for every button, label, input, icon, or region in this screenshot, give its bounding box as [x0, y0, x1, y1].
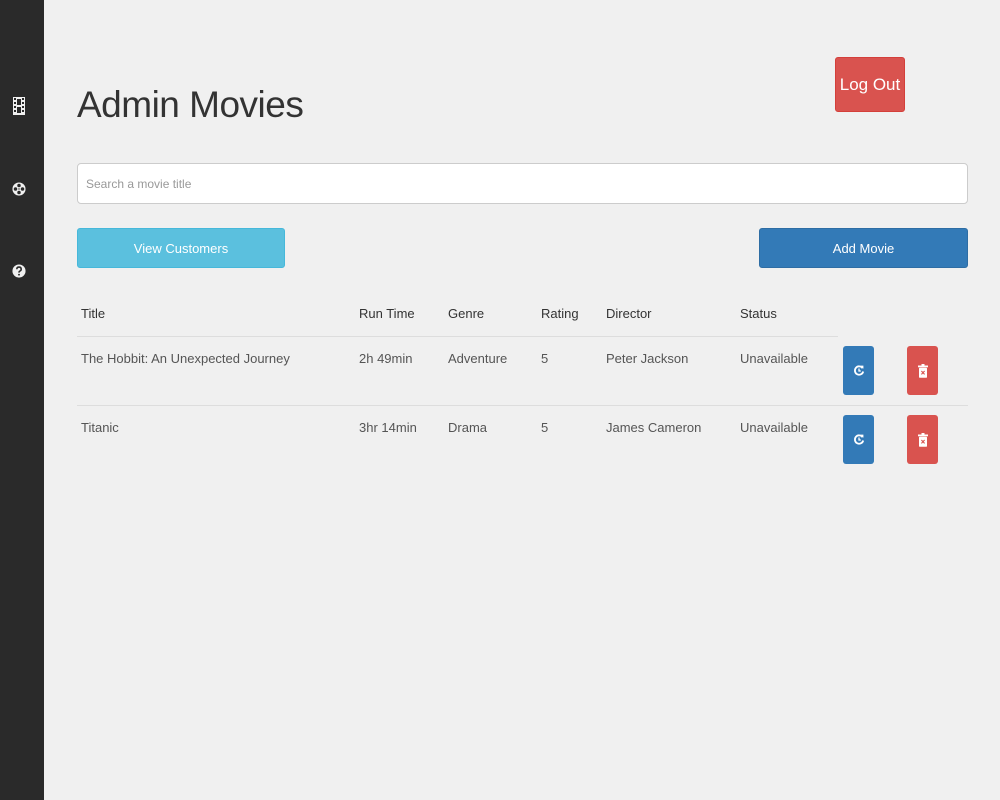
table-header-divider: [77, 336, 838, 337]
refresh-icon: [853, 434, 864, 445]
help-icon[interactable]: [12, 262, 26, 280]
film-icon[interactable]: [12, 97, 26, 115]
row-divider: [77, 405, 968, 406]
cell-title: The Hobbit: An Unexpected Journey: [81, 351, 290, 366]
column-header-rating: Rating: [541, 306, 579, 321]
search-input[interactable]: [77, 163, 968, 204]
cell-title: Titanic: [81, 420, 119, 435]
cell-status: Unavailable: [740, 420, 808, 435]
sidebar: [0, 0, 44, 800]
cell-genre: Adventure: [448, 351, 508, 366]
delete-movie-button[interactable]: [907, 415, 938, 464]
film-reel-icon[interactable]: [12, 180, 26, 198]
page-title: Admin Movies: [77, 84, 304, 125]
cell-run-time: 2h 49min: [359, 351, 413, 366]
column-header-director: Director: [606, 306, 652, 321]
cell-run-time: 3hr 14min: [359, 420, 417, 435]
cell-rating: 5: [541, 420, 549, 435]
cell-director: James Cameron: [606, 420, 702, 435]
update-status-button[interactable]: [843, 346, 874, 395]
refresh-icon: [853, 365, 864, 376]
cell-genre: Drama: [448, 420, 488, 435]
column-header-genre: Genre: [448, 306, 485, 321]
view-customers-button[interactable]: View Customers: [77, 228, 285, 268]
update-status-button[interactable]: [843, 415, 874, 464]
column-header-run-time: Run Time: [359, 306, 415, 321]
column-header-title: Title: [81, 306, 106, 321]
add-movie-button[interactable]: Add Movie: [759, 228, 968, 268]
trash-icon: [917, 432, 928, 447]
cell-director: Peter Jackson: [606, 351, 689, 366]
delete-movie-button[interactable]: [907, 346, 938, 395]
cell-rating: 5: [541, 351, 549, 366]
logout-button[interactable]: Log Out: [835, 57, 905, 112]
column-header-status: Status: [740, 306, 777, 321]
trash-icon: [917, 363, 928, 378]
cell-status: Unavailable: [740, 351, 808, 366]
